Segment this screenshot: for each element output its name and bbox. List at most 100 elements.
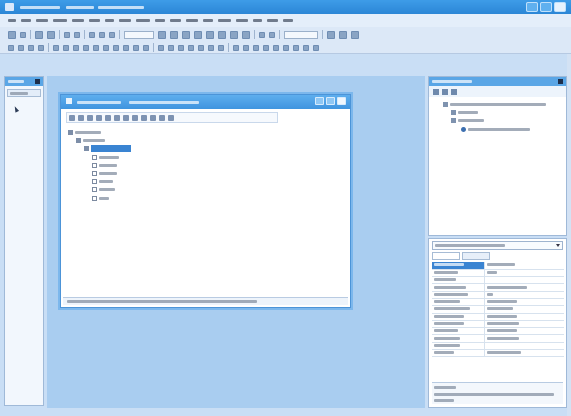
toolbar-button[interactable]: [8, 44, 14, 51]
property-value[interactable]: [484, 298, 564, 307]
menu-item[interactable]: [155, 19, 165, 22]
toolbar-button[interactable]: [103, 44, 109, 51]
property-value[interactable]: [484, 283, 564, 292]
close-icon[interactable]: [558, 79, 563, 84]
toolbar-button[interactable]: [18, 44, 24, 51]
menu-item[interactable]: [170, 19, 181, 22]
menu-item[interactable]: [89, 19, 100, 22]
designed-form[interactable]: [60, 94, 351, 308]
property-row[interactable]: [432, 327, 564, 336]
form-toolbar-button[interactable]: [96, 114, 102, 121]
toolbar-button[interactable]: [133, 44, 139, 51]
menu-item[interactable]: [72, 19, 84, 22]
property-row[interactable]: [432, 298, 564, 307]
vertical-scrollbar[interactable]: [567, 54, 571, 416]
toolbar-button[interactable]: [208, 44, 214, 51]
checkbox-icon[interactable]: [92, 171, 97, 176]
pointer-icon[interactable]: [12, 105, 20, 113]
toolbar-button[interactable]: [109, 31, 115, 38]
toolbar-button[interactable]: [168, 44, 174, 51]
toolbar-button[interactable]: [293, 44, 299, 51]
toolbar-button[interactable]: [243, 44, 249, 51]
menu-item[interactable]: [218, 19, 231, 22]
toolbar-button[interactable]: [218, 44, 224, 51]
properties-icon[interactable]: [442, 88, 448, 95]
form-toolbar-button[interactable]: [141, 114, 147, 121]
toolbar-button[interactable]: [64, 31, 70, 38]
tab-alphabetic[interactable]: [432, 252, 460, 260]
property-row[interactable]: [432, 305, 564, 314]
form-toolbar-button[interactable]: [78, 114, 84, 121]
toolbar-button[interactable]: [113, 44, 119, 51]
toolbar-button[interactable]: [313, 44, 319, 51]
toolbar-button[interactable]: [206, 30, 214, 39]
property-value[interactable]: [484, 320, 564, 329]
toolbar-combo[interactable]: [124, 30, 154, 39]
toolbar-button[interactable]: [233, 44, 239, 51]
toolbar-button[interactable]: [35, 30, 43, 39]
tree-node[interactable]: [92, 178, 113, 185]
solution-item[interactable]: [451, 117, 484, 124]
property-value[interactable]: [484, 327, 564, 336]
menu-item[interactable]: [236, 19, 248, 22]
menu-item[interactable]: [21, 19, 31, 22]
property-value[interactable]: [484, 269, 564, 278]
property-row[interactable]: [432, 320, 564, 329]
toolbar-button[interactable]: [158, 44, 164, 51]
property-value[interactable]: [484, 276, 564, 285]
toolbox-section-general[interactable]: [7, 89, 41, 97]
property-value[interactable]: [484, 305, 564, 314]
tree-node[interactable]: [92, 162, 117, 169]
tree-node[interactable]: [92, 195, 109, 202]
toolbar-button[interactable]: [269, 31, 275, 38]
toolbar-button[interactable]: [242, 30, 250, 39]
menu-item[interactable]: [53, 19, 67, 22]
toolbar-button[interactable]: [63, 44, 69, 51]
form-toolbar-button[interactable]: [87, 114, 93, 121]
menu-item[interactable]: [105, 19, 114, 22]
close-button[interactable]: [554, 2, 566, 12]
checkbox-icon[interactable]: [92, 187, 97, 193]
toolbar-button[interactable]: [38, 44, 44, 51]
menu-item[interactable]: [267, 19, 278, 22]
menu-item[interactable]: [36, 19, 48, 22]
toolbar-button[interactable]: [8, 30, 16, 39]
form-toolbar-button[interactable]: [69, 114, 75, 121]
toolbar-button[interactable]: [99, 31, 105, 38]
property-row[interactable]: [432, 276, 564, 285]
toolbar-button[interactable]: [182, 30, 190, 39]
toolbar-button[interactable]: [263, 44, 269, 51]
pin-icon[interactable]: [35, 79, 40, 84]
form-toolbar-button[interactable]: [150, 114, 156, 121]
toolbar-button[interactable]: [327, 30, 335, 39]
tree-node[interactable]: [76, 137, 105, 144]
minimize-button[interactable]: [526, 2, 538, 12]
refresh-icon[interactable]: [433, 88, 439, 95]
toolbar-button[interactable]: [253, 44, 259, 51]
toolbar-button[interactable]: [339, 30, 347, 39]
property-row[interactable]: [432, 262, 564, 270]
menu-item[interactable]: [136, 19, 150, 22]
toolbar-button[interactable]: [218, 30, 226, 39]
tree-node[interactable]: [84, 145, 131, 153]
menu-item[interactable]: [283, 19, 293, 22]
toolbar-button[interactable]: [230, 30, 238, 39]
solution-item[interactable]: [451, 109, 478, 116]
form-toolbar-button[interactable]: [123, 114, 129, 121]
menu-item[interactable]: [203, 19, 213, 22]
toolbar-button[interactable]: [83, 44, 89, 51]
property-value[interactable]: [484, 349, 564, 358]
property-value[interactable]: [484, 313, 564, 321]
property-row[interactable]: [432, 291, 564, 300]
form-minimize-button[interactable]: [315, 97, 324, 105]
form-maximize-button[interactable]: [326, 97, 335, 105]
maximize-button[interactable]: [540, 2, 552, 12]
property-row[interactable]: [432, 269, 564, 278]
view-code-icon[interactable]: [451, 88, 457, 95]
tab-categorized[interactable]: [462, 252, 490, 260]
toolbar-button[interactable]: [188, 44, 194, 51]
property-row[interactable]: [432, 283, 564, 292]
form-close-button[interactable]: [337, 97, 346, 105]
menu-item[interactable]: [8, 19, 16, 22]
form-toolbar-button[interactable]: [159, 114, 165, 121]
